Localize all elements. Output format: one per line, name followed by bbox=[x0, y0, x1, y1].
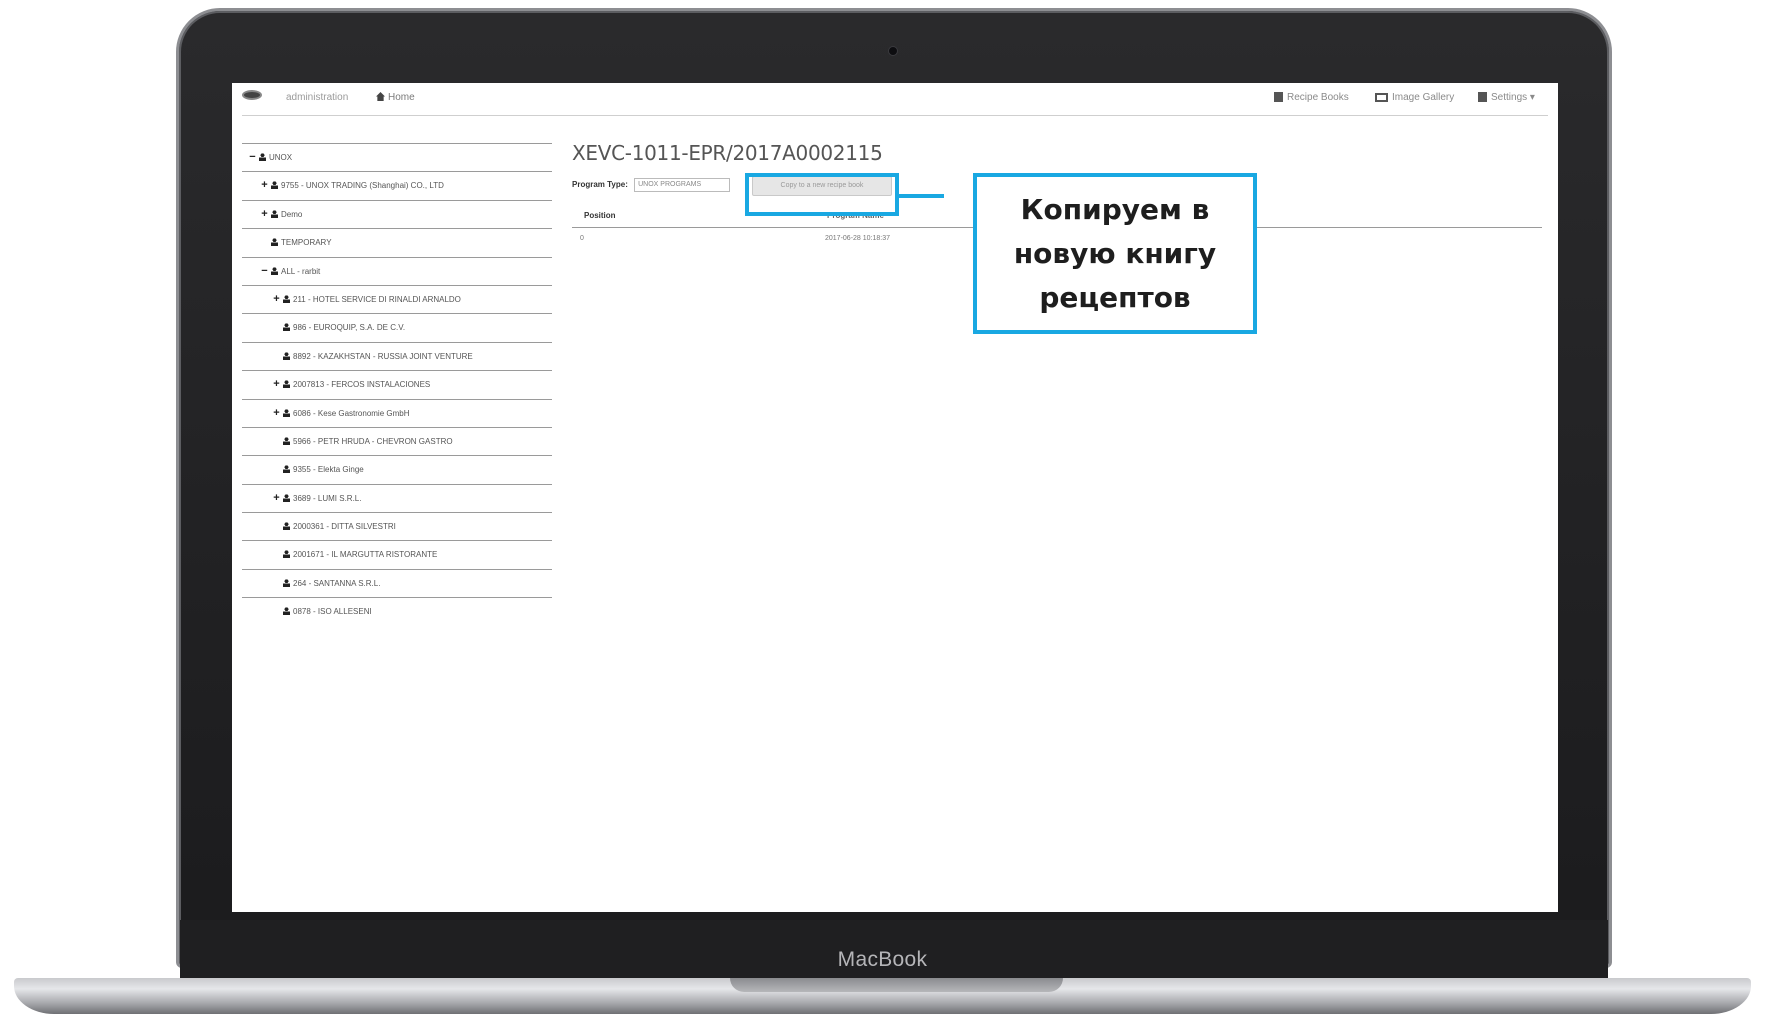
program-type-row: Program Type: UNOX PROGRAMS bbox=[572, 178, 731, 192]
user-icon bbox=[283, 294, 290, 303]
recipe-books-label: Recipe Books bbox=[1287, 92, 1349, 103]
user-icon bbox=[271, 266, 278, 275]
tree-item-label: 986 - EUROQUIP, S.A. DE C.V. bbox=[293, 323, 406, 333]
tree-item[interactable]: − UNOX bbox=[242, 143, 552, 171]
tree-item[interactable]: 0878 - ISO ALLESENI bbox=[242, 597, 552, 625]
user-icon bbox=[283, 607, 290, 616]
tree-item[interactable]: +6086 - Kese Gastronomie GmbH bbox=[242, 398, 552, 427]
tree-item[interactable]: 2000361 - DITTA SILVESTRI bbox=[242, 512, 552, 540]
user-icon bbox=[271, 181, 278, 190]
image-gallery-link[interactable]: Image Gallery bbox=[1375, 92, 1454, 103]
book-icon bbox=[1274, 92, 1283, 102]
column-header-position[interactable]: Position bbox=[584, 211, 616, 220]
laptop-notch bbox=[730, 978, 1063, 992]
tree-item-label: Demo bbox=[281, 209, 303, 219]
tree-item[interactable]: 8892 - KAZAKHSTAN - RUSSIA JOINT VENTURE bbox=[242, 341, 552, 370]
tree-item[interactable]: 2001671 - IL MARGUTTA RISTORANTE bbox=[242, 540, 552, 568]
home-label: Home bbox=[388, 92, 415, 103]
tree-toggle-icon[interactable]: + bbox=[272, 400, 281, 427]
tree-item-label: 0878 - ISO ALLESENI bbox=[293, 607, 372, 617]
user-icon bbox=[283, 351, 290, 360]
program-type-label: Program Type: bbox=[572, 180, 628, 190]
tree-item[interactable]: +3689 - LUMI S.R.L. bbox=[242, 483, 552, 512]
tree-item[interactable]: +211 - HOTEL SERVICE DI RINALDI ARNALDO bbox=[242, 284, 552, 313]
home-icon bbox=[376, 92, 385, 101]
tree-item-label: 2007813 - FERCOS INSTALACIONES bbox=[293, 380, 431, 390]
admin-link[interactable]: administration bbox=[286, 92, 348, 103]
settings-icon bbox=[1478, 92, 1487, 102]
user-icon bbox=[283, 578, 290, 587]
tree-item-label: 9755 - UNOX TRADING (Shanghai) CO., LTD bbox=[281, 181, 444, 191]
tree-toggle-icon[interactable]: + bbox=[260, 172, 269, 199]
button-highlight-box bbox=[745, 173, 899, 216]
tree-toggle-icon[interactable]: + bbox=[260, 201, 269, 228]
tree-item-label: TEMPORARY bbox=[281, 238, 332, 248]
tree-item-label: 2001671 - IL MARGUTTA RISTORANTE bbox=[293, 550, 438, 560]
user-icon bbox=[283, 522, 290, 531]
tree-item-label: 6086 - Kese Gastronomie GmbH bbox=[293, 408, 410, 418]
device-label: MacBook bbox=[837, 948, 928, 971]
tree-item[interactable]: 986 - EUROQUIP, S.A. DE C.V. bbox=[242, 313, 552, 341]
tree-item-label: 9355 - Elekta Ginge bbox=[293, 465, 364, 475]
tree-toggle-icon[interactable]: + bbox=[272, 371, 281, 398]
user-icon bbox=[283, 465, 290, 474]
tree-item[interactable]: 9355 - Elekta Ginge bbox=[242, 455, 552, 483]
user-icon bbox=[283, 408, 290, 417]
tree-item-label: 5966 - PETR HRUDA - CHEVRON GASTRO bbox=[293, 436, 453, 446]
tree-item[interactable]: +2007813 - FERCOS INSTALACIONES bbox=[242, 370, 552, 398]
customer-tree: − UNOX +9755 - UNOX TRADING (Shanghai) CO.… bbox=[242, 143, 552, 626]
callout-connector bbox=[899, 194, 944, 198]
app-screen: administration Home Recipe Books Image G… bbox=[232, 83, 1558, 912]
user-icon bbox=[283, 380, 290, 389]
user-icon bbox=[283, 436, 290, 445]
settings-label: Settings ▾ bbox=[1491, 92, 1535, 103]
cell-program-name: 2017-06-28 10:18:37 bbox=[825, 235, 890, 242]
tree-item[interactable]: 5966 - PETR HRUDA - CHEVRON GASTRO bbox=[242, 426, 552, 455]
tree-item-label: 2000361 - DITTA SILVESTRI bbox=[293, 522, 396, 532]
tree-toggle-icon[interactable]: + bbox=[272, 485, 281, 512]
tree-item[interactable]: 264 - SANTANNA S.R.L. bbox=[242, 568, 552, 597]
tree-item-label: 8892 - KAZAKHSTAN - RUSSIA JOINT VENTURE bbox=[293, 351, 473, 361]
tree-item[interactable]: +9755 - UNOX TRADING (Shanghai) CO., LTD bbox=[242, 171, 552, 199]
tree-toggle-icon[interactable]: − bbox=[248, 144, 257, 171]
tree-toggle-icon[interactable]: − bbox=[260, 258, 269, 285]
callout-annotation: Копируем в новую книгу рецептов bbox=[973, 173, 1257, 334]
tree-item-label: 3689 - LUMI S.R.L. bbox=[293, 493, 362, 503]
page-title: XEVC-1011-EPR/2017A0002115 bbox=[572, 141, 883, 165]
settings-dropdown[interactable]: Settings ▾ bbox=[1478, 92, 1535, 103]
tree-item-label: 211 - HOTEL SERVICE DI RINALDI ARNALDO bbox=[293, 294, 461, 304]
home-link[interactable]: Home bbox=[376, 92, 415, 103]
image-icon bbox=[1375, 93, 1388, 102]
camera-icon bbox=[888, 46, 898, 56]
user-icon bbox=[259, 153, 266, 161]
cell-position: 0 bbox=[580, 235, 584, 242]
recipe-books-link[interactable]: Recipe Books bbox=[1274, 92, 1349, 103]
brand-logo-icon[interactable] bbox=[242, 90, 262, 100]
tree-item-label: ALL - rarbit bbox=[281, 266, 321, 276]
tree-toggle-icon[interactable]: + bbox=[272, 286, 281, 313]
tree-item[interactable]: + Demo bbox=[242, 199, 552, 228]
user-icon bbox=[271, 209, 278, 218]
top-navbar: administration Home Recipe Books Image G… bbox=[232, 83, 1558, 117]
navbar-divider bbox=[242, 115, 1548, 116]
user-icon bbox=[283, 493, 290, 502]
tree-item-label: 264 - SANTANNA S.R.L. bbox=[293, 578, 381, 588]
tree-item[interactable]: − ALL - rarbit bbox=[242, 256, 552, 285]
user-icon bbox=[271, 238, 278, 247]
user-icon bbox=[283, 550, 290, 559]
program-type-select[interactable]: UNOX PROGRAMS bbox=[634, 178, 731, 192]
user-icon bbox=[283, 323, 290, 332]
tree-item[interactable]: TEMPORARY bbox=[242, 228, 552, 256]
tree-item-label: UNOX bbox=[269, 153, 293, 162]
image-gallery-label: Image Gallery bbox=[1392, 92, 1455, 103]
